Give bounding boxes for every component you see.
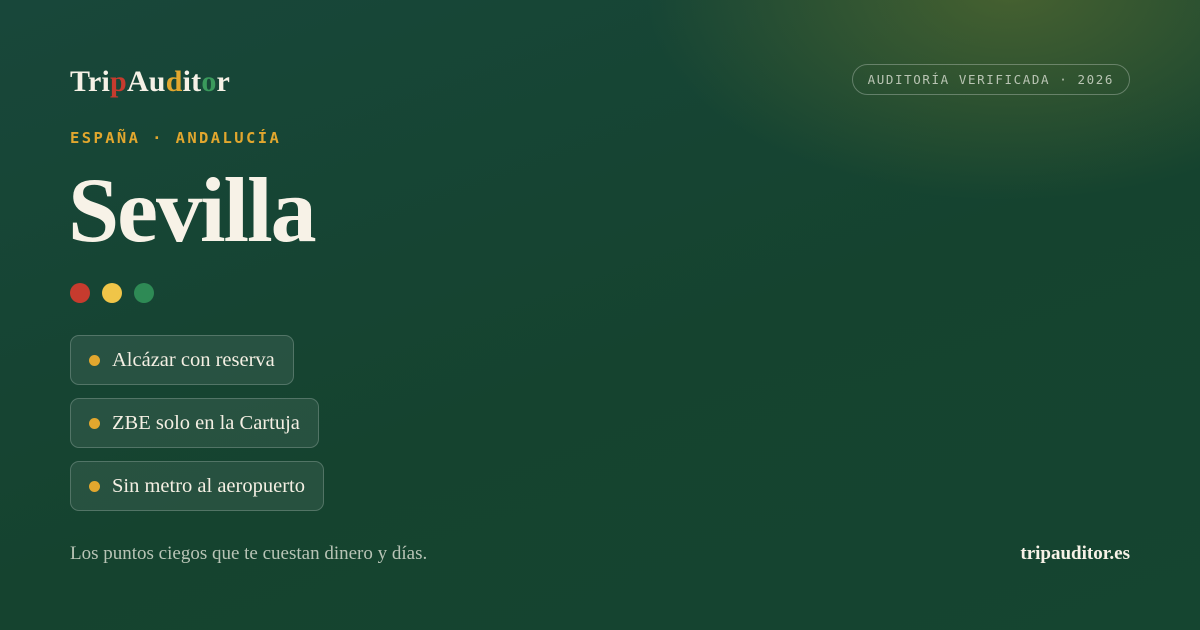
highlight-text: Sin metro al aeropuerto	[112, 474, 305, 497]
highlight-pill: Sin metro al aeropuerto	[70, 461, 324, 511]
logo-part: Au	[126, 65, 166, 98]
tagline: Los puntos ciegos que te cuestan dinero …	[70, 543, 428, 564]
region-label: ESPAÑA · ANDALUCÍA	[70, 129, 282, 147]
logo-part: p	[110, 65, 127, 98]
green-dot	[134, 283, 154, 303]
status-dots	[70, 283, 154, 303]
highlight-pill: Alcázar con reserva	[70, 335, 294, 385]
red-dot	[70, 283, 90, 303]
highlight-text: ZBE solo en la Cartuja	[112, 411, 300, 434]
highlight-text: Alcázar con reserva	[112, 348, 275, 371]
yellow-dot	[102, 283, 122, 303]
logo-part: Tri	[70, 65, 111, 98]
bullet-dot	[89, 417, 100, 429]
highlights-list: Alcázar con reserva ZBE solo en la Cartu…	[70, 335, 324, 511]
highlight-pill: ZBE solo en la Cartuja	[70, 398, 319, 448]
bullet-dot	[89, 480, 100, 492]
bullet-dot	[89, 354, 100, 366]
logo-part: it	[182, 65, 202, 98]
logo-part: d	[165, 65, 183, 98]
logo-part: o	[201, 65, 217, 98]
city-title: Sevilla	[68, 159, 317, 261]
verified-badge: AUDITORÍA VERIFICADA · 2026	[851, 64, 1130, 95]
logo-part: r	[216, 65, 231, 98]
brand-logo: TripAuditor	[70, 64, 230, 100]
site-url: tripauditor.es	[1020, 543, 1130, 564]
